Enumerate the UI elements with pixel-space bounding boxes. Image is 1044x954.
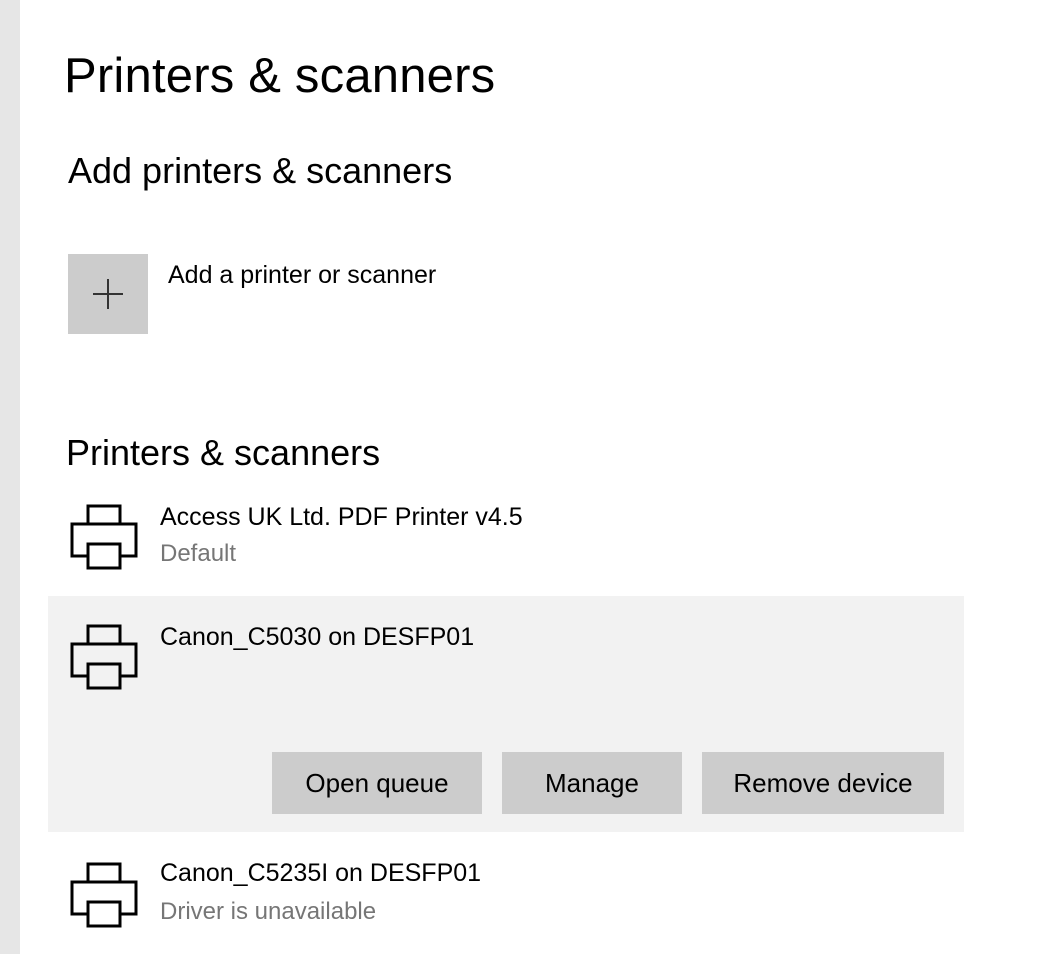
printer-icon bbox=[70, 504, 138, 570]
printer-list-item[interactable]: Access UK Ltd. PDF Printer v4.5 Default bbox=[48, 488, 964, 594]
add-printer-button[interactable] bbox=[68, 254, 148, 334]
printer-name: Canon_C5030 on DESFP01 bbox=[160, 623, 475, 651]
left-edge-strip bbox=[0, 0, 20, 954]
remove-device-button[interactable]: Remove device bbox=[702, 752, 944, 814]
printer-status: Driver is unavailable bbox=[160, 898, 377, 925]
printer-icon bbox=[70, 624, 138, 690]
printer-name: Access UK Ltd. PDF Printer v4.5 bbox=[160, 503, 523, 531]
printer-icon bbox=[70, 862, 138, 928]
printer-list-item[interactable]: Canon_C5235I on DESFP01 Driver is unavai… bbox=[48, 834, 964, 954]
add-printer-label[interactable]: Add a printer or scanner bbox=[168, 258, 436, 292]
printers-section-heading: Printers & scanners bbox=[66, 432, 381, 473]
page-title: Printers & scanners bbox=[64, 49, 496, 103]
plus-icon bbox=[93, 279, 123, 309]
printer-name: Canon_C5235I on DESFP01 bbox=[160, 859, 482, 887]
add-section-heading: Add printers & scanners bbox=[68, 150, 453, 191]
manage-button[interactable]: Manage bbox=[502, 752, 682, 814]
open-queue-button[interactable]: Open queue bbox=[272, 752, 482, 814]
printer-status: Default bbox=[160, 540, 237, 567]
